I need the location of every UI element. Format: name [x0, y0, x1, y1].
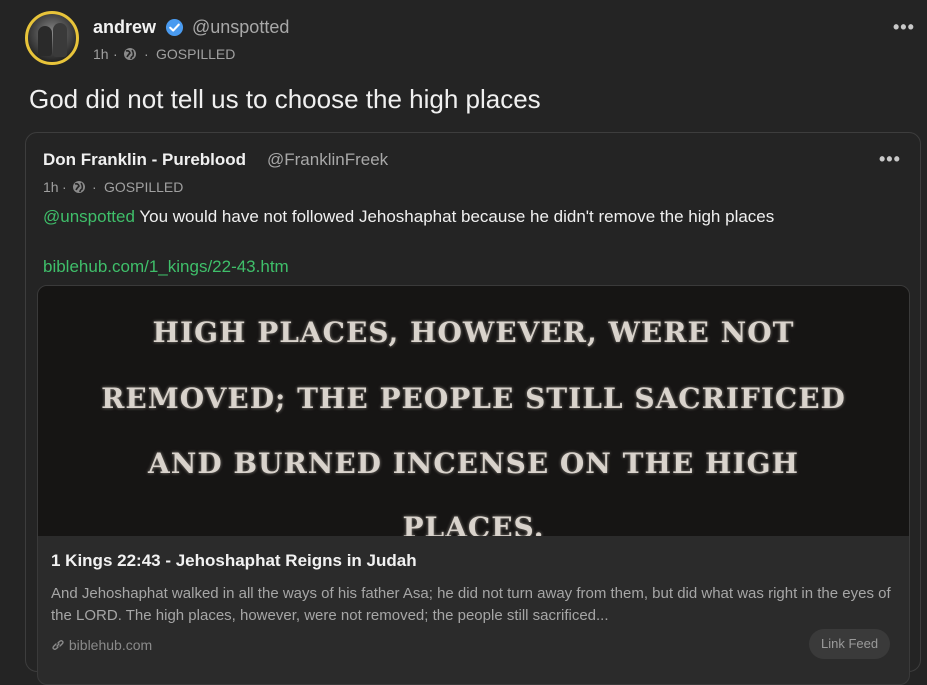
- post: andrew @unspotted 1h · · GOSPILLED ••• G…: [0, 0, 927, 685]
- image-text-line: PLACES.: [402, 511, 545, 536]
- quoted-text-body: You would have not followed Jehoshaphat …: [134, 207, 775, 226]
- link-preview-card[interactable]: HIGH PLACES, HOWEVER, WERE NOT REMOVED; …: [37, 285, 910, 685]
- post-text: God did not tell us to choose the high p…: [29, 84, 541, 114]
- more-options-icon[interactable]: •••: [893, 17, 915, 38]
- quoted-post-time[interactable]: 1h: [43, 179, 59, 195]
- author-name[interactable]: andrew: [93, 17, 156, 38]
- meta-separator: ·: [113, 46, 118, 62]
- avatar[interactable]: [25, 11, 79, 65]
- link-preview-source: biblehub.com: [51, 637, 152, 653]
- link-preview-description: And Jehoshaphat walked in all the ways o…: [51, 585, 891, 624]
- mention-link[interactable]: @unspotted: [43, 207, 135, 226]
- author-handle[interactable]: @unspotted: [192, 17, 289, 38]
- link-icon: [52, 639, 64, 651]
- quoted-community-name[interactable]: GOSPILLED: [104, 179, 183, 195]
- verified-badge-icon: [165, 18, 184, 37]
- meta-separator: ·: [62, 179, 67, 195]
- globe-icon: [124, 48, 136, 60]
- globe-icon: [73, 181, 85, 193]
- link-preview-title[interactable]: 1 Kings 22:43 - Jehoshaphat Reigns in Ju…: [51, 551, 417, 571]
- community-name[interactable]: GOSPILLED: [156, 46, 235, 62]
- post-time[interactable]: 1h: [93, 46, 109, 62]
- quoted-author-name[interactable]: Don Franklin - Pureblood: [43, 150, 246, 170]
- link-feed-badge[interactable]: Link Feed: [809, 629, 891, 659]
- meta-separator: ·: [92, 179, 97, 195]
- quoted-more-options-icon[interactable]: •••: [879, 149, 901, 170]
- quoted-post-text: @unspotted You would have not followed J…: [43, 207, 774, 227]
- image-text-line: HIGH PLACES, HOWEVER, WERE NOT: [152, 316, 795, 349]
- quoted-url-link[interactable]: biblehub.com/1_kings/22-43.htm: [43, 257, 289, 277]
- quoted-post[interactable]: Don Franklin - Pureblood @FranklinFreek …: [25, 132, 921, 685]
- meta-separator: ·: [144, 46, 149, 62]
- link-preview-image: HIGH PLACES, HOWEVER, WERE NOT REMOVED; …: [38, 286, 909, 536]
- image-text-line: REMOVED; THE PEOPLE STILL SACRIFICED: [101, 382, 846, 415]
- image-text-line: AND BURNED INCENSE ON THE HIGH: [148, 447, 799, 480]
- quoted-author-handle[interactable]: @FranklinFreek: [267, 150, 388, 170]
- link-preview-source-text: biblehub.com: [68, 637, 153, 653]
